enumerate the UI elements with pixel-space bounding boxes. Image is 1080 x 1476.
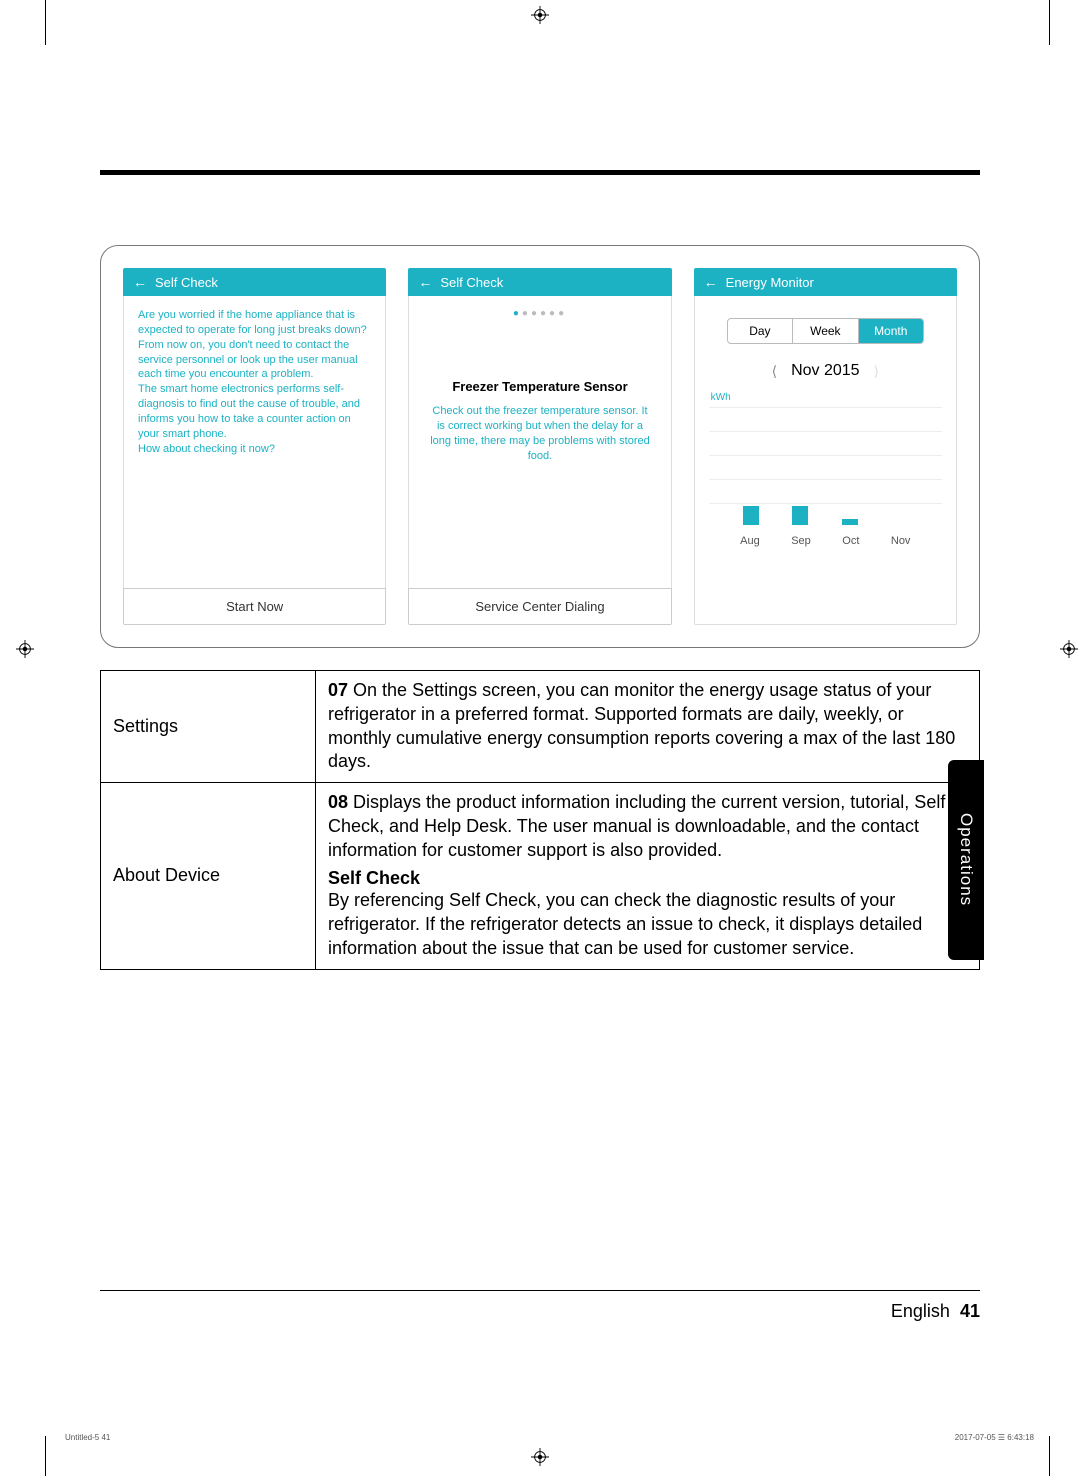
phone-energy-monitor: ← Energy Monitor Day Week Month ⟨ Nov 20… bbox=[694, 268, 957, 625]
titlebar[interactable]: ← Self Check bbox=[408, 268, 671, 296]
chart-bar bbox=[792, 506, 808, 525]
row-text-about-device: 08 Displays the product information incl… bbox=[316, 783, 980, 970]
crop-mark bbox=[45, 1436, 46, 1476]
screen-title: Self Check bbox=[440, 275, 503, 290]
chart-x-label: Oct bbox=[842, 535, 859, 547]
page-number: 41 bbox=[960, 1301, 980, 1321]
row-text-settings: 07 On the Settings screen, you can monit… bbox=[316, 671, 980, 783]
titlebar[interactable]: ← Energy Monitor bbox=[694, 268, 957, 296]
back-arrow-icon[interactable]: ← bbox=[133, 274, 147, 290]
phone-self-check-intro: ← Self Check Are you worried if the home… bbox=[123, 268, 386, 625]
section-tab: Operations bbox=[948, 760, 984, 960]
back-arrow-icon[interactable]: ← bbox=[418, 274, 432, 290]
chart-bar bbox=[743, 506, 759, 525]
crop-mark bbox=[1049, 1436, 1050, 1476]
registration-mark-icon bbox=[531, 6, 549, 24]
chart-bar bbox=[842, 519, 858, 525]
crop-mark bbox=[45, 0, 46, 45]
period-label: Nov 2015 bbox=[791, 362, 860, 380]
footer-language: English bbox=[891, 1301, 950, 1321]
pagination-dots[interactable]: ●●●●●● bbox=[423, 308, 656, 319]
period-tabs: Day Week Month bbox=[727, 318, 924, 344]
definition-table: Settings 07 On the Settings screen, you … bbox=[100, 670, 980, 970]
section-tab-label: Operations bbox=[956, 813, 976, 906]
chevron-right-icon[interactable]: ⟩ bbox=[874, 363, 879, 380]
sensor-description: Check out the freezer temperature sensor… bbox=[423, 404, 656, 463]
registration-mark-icon bbox=[1060, 640, 1078, 658]
page-footer: English 41 bbox=[100, 1290, 980, 1322]
header-rule bbox=[100, 170, 980, 175]
row-label-about-device: About Device bbox=[101, 783, 316, 970]
chart-x-label: Sep bbox=[791, 535, 811, 547]
start-now-button[interactable]: Start Now bbox=[123, 588, 386, 625]
print-meta-right: 2017-07-05 ☰ 6:43:18 bbox=[955, 1433, 1034, 1442]
tab-week[interactable]: Week bbox=[793, 319, 858, 343]
tab-day[interactable]: Day bbox=[728, 319, 793, 343]
screenshots-frame: ← Self Check Are you worried if the home… bbox=[100, 245, 980, 648]
registration-mark-icon bbox=[16, 640, 34, 658]
tab-month[interactable]: Month bbox=[859, 319, 923, 343]
phone-self-check-result: ← Self Check ●●●●●● Freezer Temperature … bbox=[408, 268, 671, 625]
self-check-intro-text: Are you worried if the home appliance th… bbox=[138, 308, 371, 456]
back-arrow-icon[interactable]: ← bbox=[704, 274, 718, 290]
print-meta-left: Untitled-5 41 bbox=[65, 1433, 110, 1442]
row-label-settings: Settings bbox=[101, 671, 316, 783]
energy-chart: Aug Sep Oct Nov bbox=[709, 407, 942, 547]
chart-x-label: Nov bbox=[891, 535, 911, 547]
service-center-button[interactable]: Service Center Dialing bbox=[408, 588, 671, 625]
chart-x-label: Aug bbox=[740, 535, 760, 547]
screen-title: Energy Monitor bbox=[726, 275, 814, 290]
sensor-heading: Freezer Temperature Sensor bbox=[423, 379, 656, 394]
y-axis-unit: kWh bbox=[711, 392, 942, 403]
crop-mark bbox=[1049, 0, 1050, 45]
period-selector: ⟨ Nov 2015 ⟩ bbox=[709, 362, 942, 380]
chevron-left-icon[interactable]: ⟨ bbox=[772, 363, 777, 380]
screen-title: Self Check bbox=[155, 275, 218, 290]
registration-mark-icon bbox=[531, 1448, 549, 1466]
titlebar[interactable]: ← Self Check bbox=[123, 268, 386, 296]
